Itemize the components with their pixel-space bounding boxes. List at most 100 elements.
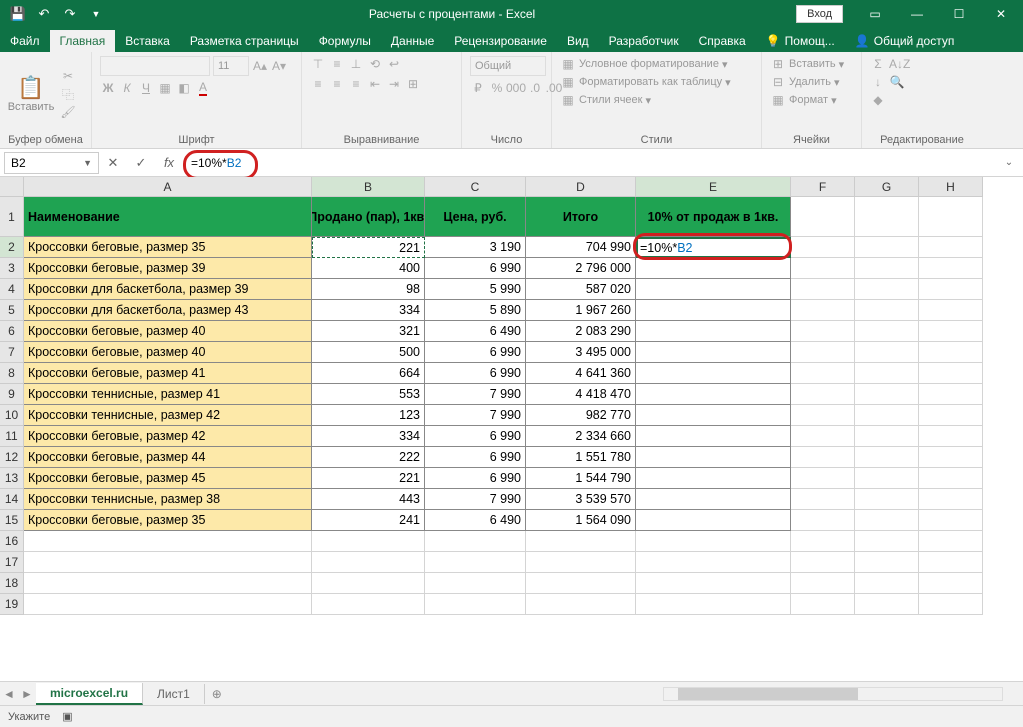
cell-B2[interactable]: 221 — [312, 237, 425, 258]
cell-A16[interactable] — [24, 531, 312, 552]
cell-D6[interactable]: 2 083 290 — [526, 321, 636, 342]
cell-A4[interactable]: Кроссовки для баскетбола, размер 39 — [24, 279, 312, 300]
copy-icon[interactable]: ⿻ — [60, 86, 76, 102]
redo-icon[interactable]: ↷ — [58, 2, 82, 26]
cell-D13[interactable]: 1 544 790 — [526, 468, 636, 489]
cell-A14[interactable]: Кроссовки теннисные, размер 38 — [24, 489, 312, 510]
align-middle-icon[interactable]: ≡ — [329, 56, 345, 72]
cell-C11[interactable]: 6 990 — [425, 426, 526, 447]
col-header-G[interactable]: G — [855, 177, 919, 197]
sheet-nav-prev-icon[interactable]: ◄ — [0, 687, 18, 701]
row-header-4[interactable]: 4 — [0, 279, 24, 300]
cell-A2[interactable]: Кроссовки беговые, размер 35 — [24, 237, 312, 258]
cell-A5[interactable]: Кроссовки для баскетбола, размер 43 — [24, 300, 312, 321]
cell-A6[interactable]: Кроссовки беговые, размер 40 — [24, 321, 312, 342]
cell-G14[interactable] — [855, 489, 919, 510]
cell-E16[interactable] — [636, 531, 791, 552]
cell-B10[interactable]: 123 — [312, 405, 425, 426]
cell-B9[interactable]: 553 — [312, 384, 425, 405]
row-header-18[interactable]: 18 — [0, 573, 24, 594]
tab-file[interactable]: Файл — [0, 30, 50, 52]
cell-G12[interactable] — [855, 447, 919, 468]
delete-cells-button[interactable]: ⊟Удалить ▾ — [770, 74, 853, 90]
cell-G19[interactable] — [855, 594, 919, 615]
row-header-17[interactable]: 17 — [0, 552, 24, 573]
insert-cells-button[interactable]: ⊞Вставить ▾ — [770, 56, 853, 72]
cell-H5[interactable] — [919, 300, 983, 321]
select-all-corner[interactable] — [0, 177, 24, 197]
sheet-nav-next-icon[interactable]: ► — [18, 687, 36, 701]
insert-function-icon[interactable]: fx — [155, 152, 183, 174]
cell-D2[interactable]: 704 990 — [526, 237, 636, 258]
tab-data[interactable]: Данные — [381, 30, 444, 52]
cell-A8[interactable]: Кроссовки беговые, размер 41 — [24, 363, 312, 384]
col-header-H[interactable]: H — [919, 177, 983, 197]
row-header-14[interactable]: 14 — [0, 489, 24, 510]
cell-C9[interactable]: 7 990 — [425, 384, 526, 405]
sort-icon[interactable]: A↓Z — [889, 56, 910, 72]
row-header-3[interactable]: 3 — [0, 258, 24, 279]
row-header-12[interactable]: 12 — [0, 447, 24, 468]
cell-D8[interactable]: 4 641 360 — [526, 363, 636, 384]
col-header-E[interactable]: E — [636, 177, 791, 197]
cell-F14[interactable] — [791, 489, 855, 510]
cell-F16[interactable] — [791, 531, 855, 552]
formula-input[interactable]: =10%*B2 — [183, 156, 995, 170]
cell-E14[interactable] — [636, 489, 791, 510]
cell-D12[interactable]: 1 551 780 — [526, 447, 636, 468]
cell-G2[interactable] — [855, 237, 919, 258]
cell-F11[interactable] — [791, 426, 855, 447]
cell-G9[interactable] — [855, 384, 919, 405]
cell-A3[interactable]: Кроссовки беговые, размер 39 — [24, 258, 312, 279]
cell-C10[interactable]: 7 990 — [425, 405, 526, 426]
wrap-text-icon[interactable]: ↩ — [386, 56, 402, 72]
cell-B7[interactable]: 500 — [312, 342, 425, 363]
align-center-icon[interactable]: ≡ — [329, 76, 345, 92]
font-size-dropdown[interactable]: 11 — [213, 56, 249, 76]
fill-icon[interactable]: ↓ — [870, 74, 886, 90]
cell-E15[interactable] — [636, 510, 791, 531]
cell-G6[interactable] — [855, 321, 919, 342]
cell-G17[interactable] — [855, 552, 919, 573]
cell-G18[interactable] — [855, 573, 919, 594]
row-header-19[interactable]: 19 — [0, 594, 24, 615]
cell-B8[interactable]: 664 — [312, 363, 425, 384]
cell-G7[interactable] — [855, 342, 919, 363]
cell-H13[interactable] — [919, 468, 983, 489]
cell-A17[interactable] — [24, 552, 312, 573]
cell-H9[interactable] — [919, 384, 983, 405]
cell-E4[interactable] — [636, 279, 791, 300]
cell-B5[interactable]: 334 — [312, 300, 425, 321]
cell-C14[interactable]: 7 990 — [425, 489, 526, 510]
format-table-button[interactable]: ▦Форматировать как таблицу ▾ — [560, 74, 753, 90]
maximize-icon[interactable]: ☐ — [939, 0, 979, 28]
cell-A11[interactable]: Кроссовки беговые, размер 42 — [24, 426, 312, 447]
cell-D10[interactable]: 982 770 — [526, 405, 636, 426]
row-header-2[interactable]: 2 — [0, 237, 24, 258]
cell-C3[interactable]: 6 990 — [425, 258, 526, 279]
format-cells-button[interactable]: ▦Формат ▾ — [770, 92, 853, 108]
row-header-16[interactable]: 16 — [0, 531, 24, 552]
cell-F2[interactable] — [791, 237, 855, 258]
cell-D3[interactable]: 2 796 000 — [526, 258, 636, 279]
row-header-10[interactable]: 10 — [0, 405, 24, 426]
col-header-A[interactable]: A — [24, 177, 312, 197]
cell-H3[interactable] — [919, 258, 983, 279]
orientation-icon[interactable]: ⟲ — [367, 56, 383, 72]
cell-B13[interactable]: 221 — [312, 468, 425, 489]
align-top-icon[interactable]: ⊤ — [310, 56, 326, 72]
col-header-F[interactable]: F — [791, 177, 855, 197]
cell-E6[interactable] — [636, 321, 791, 342]
cut-icon[interactable]: ✂ — [60, 68, 76, 84]
cell-E8[interactable] — [636, 363, 791, 384]
cell-G1[interactable] — [855, 197, 919, 237]
font-color-icon[interactable]: A — [195, 80, 211, 96]
cell-C7[interactable]: 6 990 — [425, 342, 526, 363]
tab-review[interactable]: Рецензирование — [444, 30, 557, 52]
cell-D5[interactable]: 1 967 260 — [526, 300, 636, 321]
cell-C8[interactable]: 6 990 — [425, 363, 526, 384]
cell-A15[interactable]: Кроссовки беговые, размер 35 — [24, 510, 312, 531]
italic-icon[interactable]: К — [119, 80, 135, 96]
tab-tell-me[interactable]: 💡Помощ... — [756, 30, 845, 52]
cell-E19[interactable] — [636, 594, 791, 615]
